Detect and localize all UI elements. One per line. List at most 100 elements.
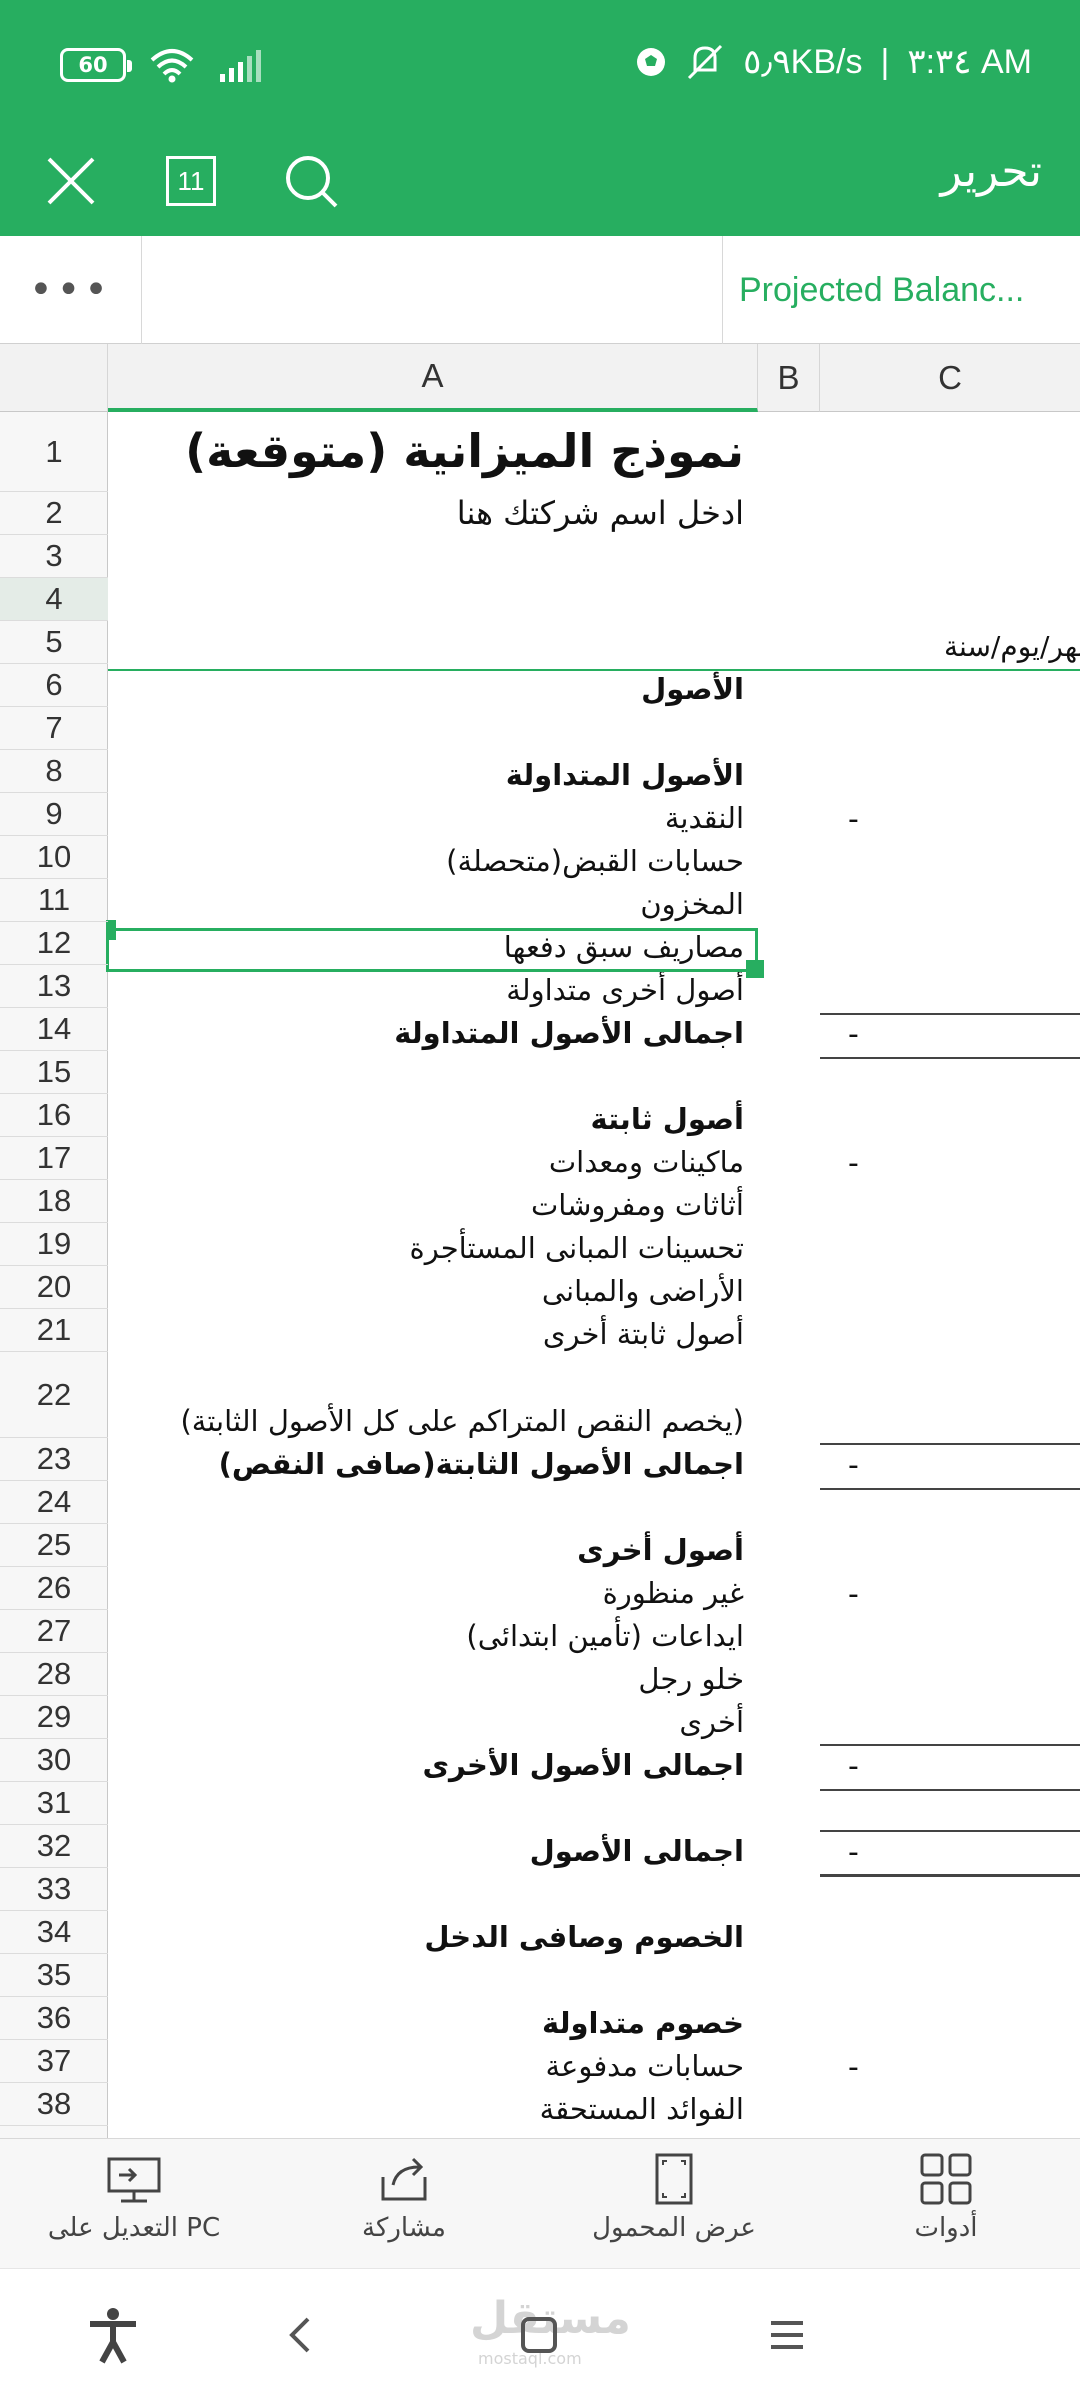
row-header-9[interactable]: 9 [0,793,108,836]
cell-leasehold[interactable]: تحسينات المبانى المستأجرة [108,1231,758,1265]
row-header-14[interactable]: 14 [0,1008,108,1051]
row-header-31[interactable]: 31 [0,1782,108,1825]
row-header-1[interactable]: 1 [0,412,108,492]
row-header-38[interactable]: 38 [0,2083,108,2126]
row-header-8[interactable]: 8 [0,750,108,793]
row-header-20[interactable]: 20 [0,1266,108,1309]
accessibility-icon[interactable] [78,2305,148,2365]
value-cash[interactable]: - [848,802,859,837]
cell-liabilities-equity[interactable]: الخصوم وصافى الدخل [108,1920,758,1954]
cell-other-current[interactable]: أصول أخرى متداولة [108,973,758,1007]
home-icon[interactable] [504,2305,574,2365]
row-header-13[interactable]: 13 [0,965,108,1008]
share-label: مشاركة [362,2213,446,2243]
row-header-17[interactable]: 17 [0,1137,108,1180]
cell-total-fixed[interactable]: اجمالى الأصول الثابتة(صافى النقص) [108,1447,758,1481]
column-header-b[interactable]: B [758,344,820,412]
cell-current-assets[interactable]: الأصول المتداولة [108,758,758,792]
cell-key-money[interactable]: خلو رجل [108,1662,758,1696]
edit-button[interactable]: تحرير [941,146,1042,197]
edit-on-pc-button[interactable]: التعديل على PC [4,2153,264,2263]
share-button[interactable]: مشاركة [274,2153,534,2263]
cell-other-fixed[interactable]: أصول ثابتة أخرى [108,1317,758,1351]
search-icon[interactable] [278,148,344,214]
row-header-24[interactable]: 24 [0,1481,108,1524]
more-options-button[interactable]: ••• [0,236,142,344]
cell-machinery[interactable]: ماكينات ومعدات [108,1145,758,1179]
cell-total-other[interactable]: اجمالى الأصول الأخرى [108,1748,758,1782]
row-header-12[interactable]: 12 [0,922,108,965]
cell-accrued-interest[interactable]: الفوائد المستحقة [108,2092,758,2126]
row-header-27[interactable]: 27 [0,1610,108,1653]
cell-total-assets[interactable]: اجمالى الأصول [108,1834,758,1868]
row-header-6[interactable]: 6 [0,664,108,707]
value-total-current[interactable]: - [848,1017,859,1052]
cell-land[interactable]: الأراضى والمبانى [108,1274,758,1308]
row-header-7[interactable]: 7 [0,707,108,750]
row-header-21[interactable]: 21 [0,1309,108,1352]
row-header-25[interactable]: 25 [0,1524,108,1567]
row-header-23[interactable]: 23 [0,1438,108,1481]
column-header-a[interactable]: A [108,344,758,412]
row-header-18[interactable]: 18 [0,1180,108,1223]
cell-furniture[interactable]: أثاثات ومفروشات [108,1188,758,1222]
cell-current-liabilities[interactable]: خصوم متداولة [108,2006,758,2040]
cell-intangibles[interactable]: غير منظورة [108,1576,758,1610]
cell-fixed-assets[interactable]: أصول ثابتة [108,1102,758,1136]
cell-other[interactable]: أخرى [108,1705,758,1739]
cell-accounts-payable[interactable]: حسابات مدفوعة [108,2049,758,2083]
cell-deposits[interactable]: ايداعات (تأمين ابتدائى) [108,1619,758,1653]
selection-handle-bottom[interactable] [746,960,764,978]
back-icon[interactable] [264,2305,334,2365]
row-header-30[interactable]: 30 [0,1739,108,1782]
cell-depreciation-note[interactable]: (يخصم النقص المتراكم على كل الأصول الثاب… [108,1404,758,1438]
row-header-2[interactable]: 2 [0,492,108,535]
sheets-icon[interactable]: 11 [158,148,224,214]
company-name-cell[interactable]: ادخل اسم شركتك هنا [108,494,758,538]
column-header-c[interactable]: C [820,344,1080,412]
value-total-fixed[interactable]: - [848,1448,859,1483]
date-cell[interactable]: شهر/يوم/سنة [944,630,1080,663]
mobile-view-button[interactable]: عرض المحمول [544,2153,804,2263]
row-header-29[interactable]: 29 [0,1696,108,1739]
row-header-28[interactable]: 28 [0,1653,108,1696]
recents-icon[interactable] [752,2305,822,2365]
row-header-3[interactable]: 3 [0,535,108,578]
underline-r31 [820,1830,1080,1832]
row-header-22[interactable]: 22 [0,1352,108,1438]
row-header-37[interactable]: 37 [0,2040,108,2083]
value-total-assets[interactable]: - [848,1835,859,1870]
row-header-33[interactable]: 33 [0,1868,108,1911]
tools-button[interactable]: أدوات [816,2153,1076,2263]
row-header-15[interactable]: 15 [0,1051,108,1094]
value-total-other[interactable]: - [848,1749,859,1784]
row-header-11[interactable]: 11 [0,879,108,922]
value-accounts-payable[interactable]: - [848,2050,859,2085]
row-header-36[interactable]: 36 [0,1997,108,2040]
cell-assets[interactable]: الأصول [108,672,758,706]
close-icon[interactable] [38,148,104,214]
row-header-19[interactable]: 19 [0,1223,108,1266]
value-intangibles[interactable]: - [848,1577,859,1612]
spreadsheet-grid[interactable]: A B C نموذج الميزانية (متوقعة) ادخل اسم … [0,344,1080,2138]
value-machinery[interactable]: - [848,1146,859,1181]
row-header-35[interactable]: 35 [0,1954,108,1997]
cell-total-current[interactable]: اجمالى الأصول المتداولة [108,1016,758,1050]
balance-sheet-title[interactable]: نموذج الميزانية (متوقعة) [108,424,758,484]
cell-other-assets[interactable]: أصول أخرى [108,1533,758,1567]
tab-projected-balance[interactable]: Projected Balanc... [722,236,1080,344]
row-header-16[interactable]: 16 [0,1094,108,1137]
row-header-10[interactable]: 10 [0,836,108,879]
row-header-4[interactable]: 4 [0,578,108,621]
cell-receivables[interactable]: حسابات القبض(متحصلة) [108,844,758,878]
system-nav-bar: مستقل mostaql.com [0,2268,1080,2400]
row-header-34[interactable]: 34 [0,1911,108,1954]
row-header-26[interactable]: 26 [0,1567,108,1610]
row-header-32[interactable]: 32 [0,1825,108,1868]
sheet-tabs-row: ••• Projected Balanc... [0,236,1080,344]
cell-inventory[interactable]: المخزون [108,887,758,921]
cell-cash[interactable]: النقدية [108,801,758,835]
corner-cell[interactable] [0,344,108,412]
row-header-5[interactable]: 5 [0,621,108,664]
selected-cell-a4[interactable] [106,928,758,972]
